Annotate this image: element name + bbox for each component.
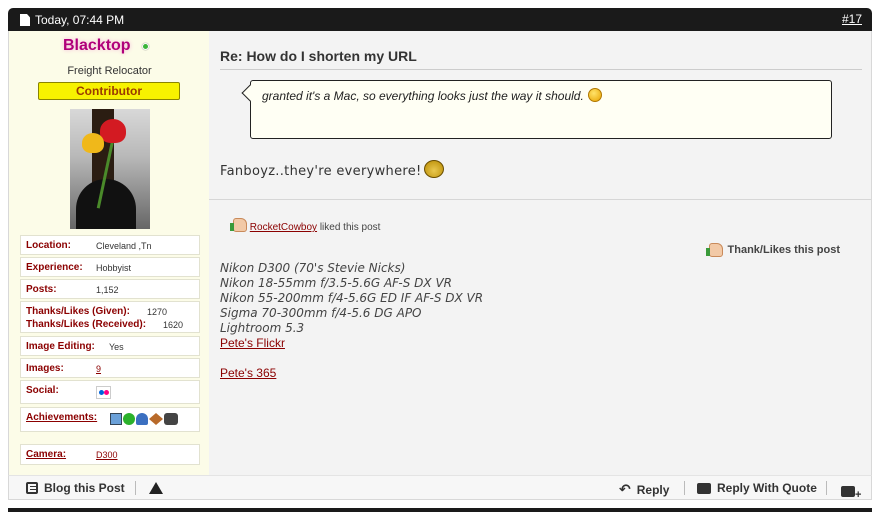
info-images: Images: 9 bbox=[20, 358, 200, 378]
post-header-bar: Today, 07:44 PM #17 bbox=[8, 8, 872, 31]
thanks-received-value: 1620 bbox=[163, 320, 184, 330]
quote-text-content: granted it's a Mac, so everything looks … bbox=[262, 89, 584, 103]
achievement-photo-icon[interactable] bbox=[110, 413, 122, 425]
liked-by: RocketCowboy liked this post bbox=[230, 218, 381, 233]
social-label: Social: bbox=[26, 385, 59, 396]
blog-icon bbox=[26, 482, 38, 494]
multi-quote-icon bbox=[841, 485, 855, 497]
signature: Nikon D300 (70's Stevie Nicks) Nikon 18-… bbox=[220, 261, 483, 336]
rank-badge: Contributor bbox=[38, 82, 180, 100]
achievement-person-icon[interactable] bbox=[136, 413, 148, 425]
post-number-link[interactable]: #17 bbox=[842, 12, 862, 26]
thumbs-up-icon bbox=[230, 218, 247, 232]
footer-separator bbox=[135, 481, 136, 495]
experience-label: Experience: bbox=[26, 262, 83, 273]
reply-arrow-icon: ↶ bbox=[619, 481, 631, 497]
info-thanks: Thanks/Likes (Given): 1270 Thanks/Likes … bbox=[20, 301, 200, 333]
achievement-icons bbox=[110, 413, 178, 425]
blog-post-label: Blog this Post bbox=[44, 481, 125, 495]
info-location: Location: Cleveland ,Tn bbox=[20, 235, 200, 255]
images-link[interactable]: 9 bbox=[96, 364, 101, 374]
info-social: Social: bbox=[20, 380, 200, 404]
avatar-red-tulip bbox=[100, 119, 126, 143]
reply-with-quote-button[interactable]: Reply With Quote bbox=[697, 481, 817, 495]
blog-post-button[interactable]: Blog this Post bbox=[26, 481, 125, 495]
user-info-panel: Blacktop Freight Relocator Contributor L… bbox=[8, 31, 209, 475]
post-title: Re: How do I shorten my URL bbox=[220, 48, 417, 64]
signature-line: Nikon 55-200mm f/4-5.6G ED IF AF-S DX VR bbox=[220, 291, 484, 305]
title-divider bbox=[220, 69, 862, 70]
user-title: Freight Relocator bbox=[67, 65, 152, 77]
signature-line: Nikon D300 (70's Stevie Nicks) bbox=[220, 261, 406, 275]
avatar[interactable] bbox=[70, 109, 150, 229]
post-content: Re: How do I shorten my URL granted it's… bbox=[209, 31, 872, 475]
signature-line: Sigma 70-300mm f/4-5.6 DG APO bbox=[220, 306, 422, 320]
content-divider bbox=[209, 199, 871, 200]
thumbs-up-icon bbox=[705, 243, 723, 257]
liked-text: liked this post bbox=[319, 222, 381, 233]
experience-value: Hobbyist bbox=[96, 263, 132, 273]
thanks-button[interactable]: Thank/Likes this post bbox=[705, 243, 840, 257]
flickr-link[interactable]: Pete's Flickr bbox=[220, 336, 285, 350]
flickr-pink-dot bbox=[104, 390, 109, 395]
flickr-icon[interactable] bbox=[96, 386, 111, 399]
posts-label: Posts: bbox=[26, 284, 57, 295]
achievement-green-orb-icon[interactable] bbox=[123, 413, 135, 425]
posts-value: 1,152 bbox=[96, 285, 119, 295]
thanks-received-label: Thanks/Likes (Received): bbox=[26, 319, 147, 330]
location-label: Location: bbox=[26, 240, 71, 251]
footer-separator bbox=[826, 481, 827, 495]
document-icon bbox=[20, 14, 30, 26]
multi-quote-button[interactable]: + bbox=[841, 481, 861, 501]
info-image-editing: Image Editing: Yes bbox=[20, 336, 200, 356]
images-label: Images: bbox=[26, 363, 64, 374]
365-link[interactable]: Pete's 365 bbox=[220, 366, 276, 380]
image-editing-label: Image Editing: bbox=[26, 341, 95, 352]
quote-box: granted it's a Mac, so everything looks … bbox=[241, 80, 832, 139]
achievement-plane-icon[interactable] bbox=[149, 413, 163, 425]
avatar-guitar-body bbox=[76, 179, 136, 229]
online-status-icon bbox=[142, 43, 149, 50]
info-experience: Experience: Hobbyist bbox=[20, 257, 200, 277]
smiley-icon bbox=[587, 88, 602, 102]
achievements-link[interactable]: Achievements: bbox=[26, 412, 97, 423]
info-posts: Posts: 1,152 bbox=[20, 279, 200, 299]
quote-text: granted it's a Mac, so everything looks … bbox=[262, 88, 602, 103]
info-achievements: Achievements: bbox=[20, 407, 200, 432]
liker-link[interactable]: RocketCowboy bbox=[250, 222, 317, 233]
camera-label[interactable]: Camera: bbox=[26, 449, 66, 460]
camera-link[interactable]: D300 bbox=[96, 450, 118, 460]
post-body: Fanboyz..they're everywhere! bbox=[220, 160, 444, 179]
location-value: Cleveland ,Tn bbox=[96, 241, 152, 251]
thanks-given-label: Thanks/Likes (Given): bbox=[26, 306, 130, 317]
post-date-text: Today, 07:44 PM bbox=[35, 13, 125, 27]
reply-with-quote-label: Reply With Quote bbox=[717, 481, 817, 495]
report-button[interactable] bbox=[149, 482, 163, 494]
reply-label: Reply bbox=[636, 482, 670, 497]
thanks-given-value: 1270 bbox=[147, 307, 168, 317]
post-body-text: Fanboyz..they're everywhere! bbox=[220, 164, 422, 179]
next-post-header-bar bbox=[8, 508, 872, 512]
report-warning-icon bbox=[149, 482, 163, 494]
reply-quote-icon bbox=[697, 482, 711, 494]
footer-separator bbox=[684, 481, 685, 495]
fanboy-smiley-icon bbox=[423, 160, 444, 178]
achievement-cow-icon[interactable] bbox=[164, 413, 178, 425]
signature-line: Lightroom 5.3 bbox=[220, 321, 305, 335]
username-link[interactable]: Blacktop bbox=[63, 37, 131, 55]
post-footer: Blog this Post ↶ Reply Reply With Quote … bbox=[8, 475, 872, 501]
info-camera: Camera: D300 bbox=[20, 444, 200, 465]
multi-quote-plus-icon: + bbox=[855, 489, 862, 501]
reply-button[interactable]: ↶ Reply bbox=[619, 481, 669, 498]
quote-arrow bbox=[241, 84, 259, 102]
thanks-button-label: Thank/Likes this post bbox=[727, 244, 840, 256]
image-editing-value: Yes bbox=[109, 342, 124, 352]
signature-line: Nikon 18-55mm f/3.5-5.6G AF-S DX VR bbox=[220, 276, 453, 290]
avatar-yellow-tulip bbox=[82, 133, 104, 153]
post-date: Today, 07:44 PM bbox=[20, 13, 124, 27]
